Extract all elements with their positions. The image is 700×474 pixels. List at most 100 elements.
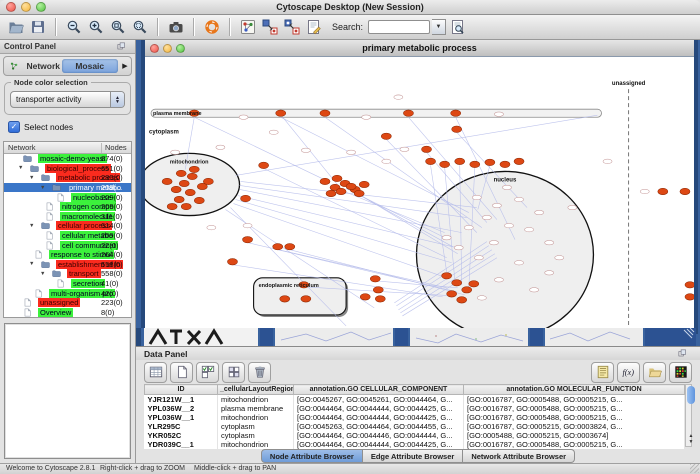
gene-node[interactable] [354, 190, 364, 196]
attribute-list-button[interactable] [591, 362, 614, 383]
gene-node-small[interactable] [530, 288, 539, 292]
gene-node[interactable] [276, 110, 286, 116]
gene-node-small[interactable] [504, 223, 513, 227]
gene-node-small[interactable] [603, 159, 612, 163]
gene-node-small[interactable] [640, 189, 649, 193]
gene-node[interactable] [360, 294, 370, 300]
gene-node[interactable] [241, 195, 251, 201]
export-network-icon[interactable] [282, 17, 302, 37]
gene-node-small[interactable] [502, 185, 511, 189]
tree-row[interactable]: mosaic-demo-yeast874(0) [4, 154, 131, 164]
tree-row[interactable]: cell communicat22(0) [4, 240, 131, 250]
zoom-in-icon[interactable] [86, 17, 106, 37]
gene-node[interactable] [500, 161, 510, 167]
tree-row[interactable]: ▼establishment of lo558(0) [4, 260, 131, 270]
gene-node-small[interactable] [269, 130, 278, 134]
gene-node[interactable] [320, 178, 330, 184]
node-color-dropdown[interactable]: transporter activity ▲▼ [10, 91, 125, 108]
gene-node-small[interactable] [494, 112, 503, 116]
tab-edge-attribute-browser[interactable]: Edge Attribute Browser [363, 449, 463, 463]
gene-node[interactable] [273, 243, 283, 249]
gene-node-small[interactable] [382, 159, 391, 163]
expand-arrow-icon[interactable]: ▼ [40, 271, 47, 277]
gene-node-small[interactable] [545, 271, 554, 275]
gene-node[interactable] [447, 291, 457, 297]
search-input[interactable] [368, 20, 430, 34]
gene-node[interactable] [332, 175, 342, 181]
gene-node[interactable] [457, 297, 467, 303]
gene-node-small[interactable] [515, 197, 524, 201]
gene-node[interactable] [685, 294, 694, 300]
column-header[interactable]: ID [145, 385, 218, 395]
open-icon[interactable] [6, 17, 26, 37]
column-header[interactable]: annotation.GO CELLULAR_COMPONENT [294, 385, 464, 395]
expand-arrow-icon[interactable]: ▼ [29, 261, 36, 267]
network-view-window[interactable]: primary metabolic process plasma membran… [141, 40, 698, 334]
gene-node[interactable] [469, 281, 479, 287]
gene-node[interactable] [181, 203, 191, 209]
gene-node[interactable] [422, 146, 432, 152]
gene-node[interactable] [373, 287, 383, 293]
gene-node-small[interactable] [545, 240, 554, 244]
gene-node[interactable] [189, 166, 199, 172]
search-dropdown-button[interactable]: ▼ [432, 19, 446, 35]
app-titlebar[interactable]: Cytoscape Desktop (New Session) [0, 0, 700, 15]
expand-arrow-icon[interactable]: ▼ [29, 223, 36, 229]
save-icon[interactable] [28, 17, 48, 37]
search-doc-icon[interactable] [448, 17, 468, 37]
gene-node[interactable] [403, 110, 413, 116]
import-attributes-button[interactable] [643, 362, 666, 383]
gene-node[interactable] [359, 181, 369, 187]
expand-arrow-icon[interactable]: ▼ [40, 185, 47, 191]
gene-node[interactable] [162, 178, 172, 184]
table-row[interactable]: YKR052Ccytoplasm[GO:0044464, GO:0044446,… [145, 431, 685, 440]
gene-node-small[interactable] [243, 223, 252, 227]
gene-node[interactable] [462, 287, 472, 293]
tree-row[interactable]: ▼biological_process651(0) [4, 164, 131, 174]
gene-node-small[interactable] [464, 225, 473, 229]
tab-mosaic[interactable]: Mosaic [62, 59, 119, 73]
gene-node[interactable] [685, 282, 694, 288]
gene-node[interactable] [174, 196, 184, 202]
import-network-icon[interactable] [260, 17, 280, 37]
new-attribute-button[interactable] [170, 362, 193, 383]
scrollbar-thumb[interactable] [687, 386, 695, 404]
gene-node-small[interactable] [535, 210, 544, 214]
gene-node[interactable] [194, 197, 204, 203]
gene-node[interactable] [452, 280, 462, 286]
table-row[interactable]: YPL036W__1mitochondrion[GO:0044464, GO:0… [145, 413, 685, 422]
tree-row[interactable]: nitrogen compo209(0) [4, 202, 131, 212]
network-overview-panel[interactable] [4, 323, 131, 459]
annotation-icon[interactable] [304, 17, 324, 37]
attribute-matrix-button[interactable] [669, 362, 692, 383]
table-row[interactable]: YPL036W__2plasma membrane[GO:0044464, GO… [145, 404, 685, 413]
gene-node-small[interactable] [442, 235, 451, 239]
table-scrollbar[interactable]: ▲▼ [685, 384, 692, 447]
gene-node-small[interactable] [525, 227, 534, 231]
gene-node[interactable] [658, 188, 668, 194]
gene-node-small[interactable] [347, 150, 356, 154]
gene-node[interactable] [185, 189, 195, 195]
gene-node[interactable] [375, 296, 385, 302]
tab-network-attribute-browser[interactable]: Network Attribute Browser [463, 449, 575, 463]
gene-node[interactable] [381, 133, 391, 139]
gene-node-small[interactable] [362, 115, 371, 119]
gene-node[interactable] [440, 161, 450, 167]
tree-header[interactable]: Network Nodes [4, 142, 131, 154]
select-attributes-button[interactable] [196, 362, 219, 383]
gene-node-small[interactable] [492, 203, 501, 207]
gene-node[interactable] [451, 110, 461, 116]
gene-node[interactable] [346, 183, 356, 189]
gene-node[interactable] [336, 188, 346, 194]
column-header[interactable]: annotation.GO MOLECULAR_FUNCTION [464, 385, 685, 395]
gene-node[interactable] [301, 296, 311, 302]
gene-node-small[interactable] [568, 205, 577, 209]
tab-network[interactable]: Network [4, 59, 61, 73]
gene-node[interactable] [179, 180, 189, 186]
gene-node[interactable] [320, 110, 330, 116]
gene-node[interactable] [326, 190, 336, 196]
gene-node[interactable] [455, 158, 465, 164]
gene-node[interactable] [167, 203, 177, 209]
network-canvas[interactable]: plasma membranecytoplasmmitochondrionnuc… [145, 57, 694, 334]
expand-arrow-icon[interactable]: ▼ [18, 165, 25, 171]
